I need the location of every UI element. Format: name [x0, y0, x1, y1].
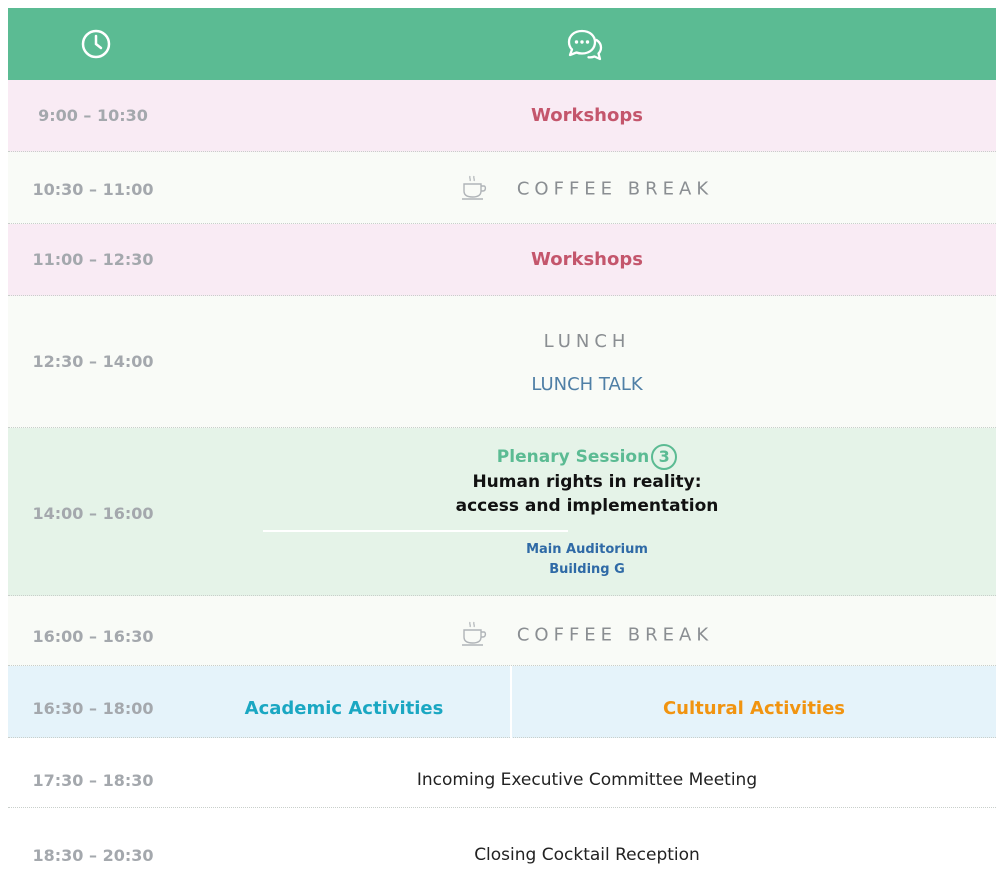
- schedule-row: 14:00 – 16:00 Plenary Session 3 Human rig…: [8, 428, 996, 596]
- event-workshops: Workshops: [531, 249, 643, 270]
- coffee-cup-icon: [461, 620, 491, 652]
- session-divider: [263, 530, 568, 532]
- time-cell: 11:00 – 12:30: [32, 250, 154, 269]
- session-number-badge: 3: [651, 444, 678, 470]
- event-lunch: LUNCH: [543, 331, 631, 352]
- time-cell: 12:30 – 14:00: [32, 352, 154, 371]
- clock-icon: [80, 28, 112, 64]
- event-committee-meeting: Incoming Executive Committee Meeting: [416, 770, 758, 790]
- schedule-row: 9:00 – 10:30 Workshops: [8, 80, 996, 152]
- coffee-break-label: COFFEE BREAK: [516, 178, 714, 200]
- event-cultural-activities: Cultural Activities: [662, 698, 846, 719]
- event-coffee-break: COFFEE BREAK: [178, 174, 996, 206]
- schedule-row: 17:30 – 18:30 Incoming Executive Committ…: [8, 738, 996, 808]
- schedule-row: 11:00 – 12:30 Workshops: [8, 224, 996, 296]
- time-cell: 16:30 – 18:00: [32, 699, 154, 718]
- speech-bubbles-icon: [566, 28, 604, 68]
- schedule-row: 12:30 – 14:00 LUNCH LUNCH TALK: [8, 296, 996, 428]
- venue-line1: Main Auditorium: [526, 542, 648, 557]
- time-cell: 17:30 – 18:30: [32, 771, 154, 790]
- session-title-line1: Human rights in reality:: [472, 472, 702, 492]
- event-plenary-session: Plenary Session 3: [178, 444, 996, 470]
- event-academic-activities: Academic Activities: [244, 698, 444, 719]
- schedule-row: 10:30 – 11:00 COFFEE BREAK: [8, 152, 996, 224]
- session-title-line2: access and implementation: [455, 496, 719, 516]
- time-cell: 14:00 – 16:00: [32, 504, 154, 523]
- time-cell: 10:30 – 11:00: [32, 180, 154, 199]
- schedule-row: 18:30 – 20:30 Closing Cocktail Reception: [8, 808, 996, 875]
- event-coffee-break: COFFEE BREAK: [178, 620, 996, 652]
- schedule-header: [8, 8, 996, 80]
- time-cell: 18:30 – 20:30: [32, 846, 154, 865]
- coffee-cup-icon: [461, 174, 491, 206]
- plenary-session-label: Plenary Session: [496, 447, 650, 467]
- schedule-row: 16:00 – 16:30 COFFEE BREAK: [8, 596, 996, 666]
- schedule-row: 16:30 – 18:00 Academic Activities Cultur…: [8, 666, 996, 738]
- event-closing-reception: Closing Cocktail Reception: [474, 845, 700, 865]
- coffee-break-label: COFFEE BREAK: [516, 624, 714, 646]
- event-lunch-talk: LUNCH TALK: [531, 374, 643, 395]
- time-cell: 16:00 – 16:30: [32, 627, 154, 646]
- time-cell: 9:00 – 10:30: [38, 106, 148, 125]
- venue-line2: Building G: [549, 562, 625, 577]
- event-workshops: Workshops: [531, 105, 643, 126]
